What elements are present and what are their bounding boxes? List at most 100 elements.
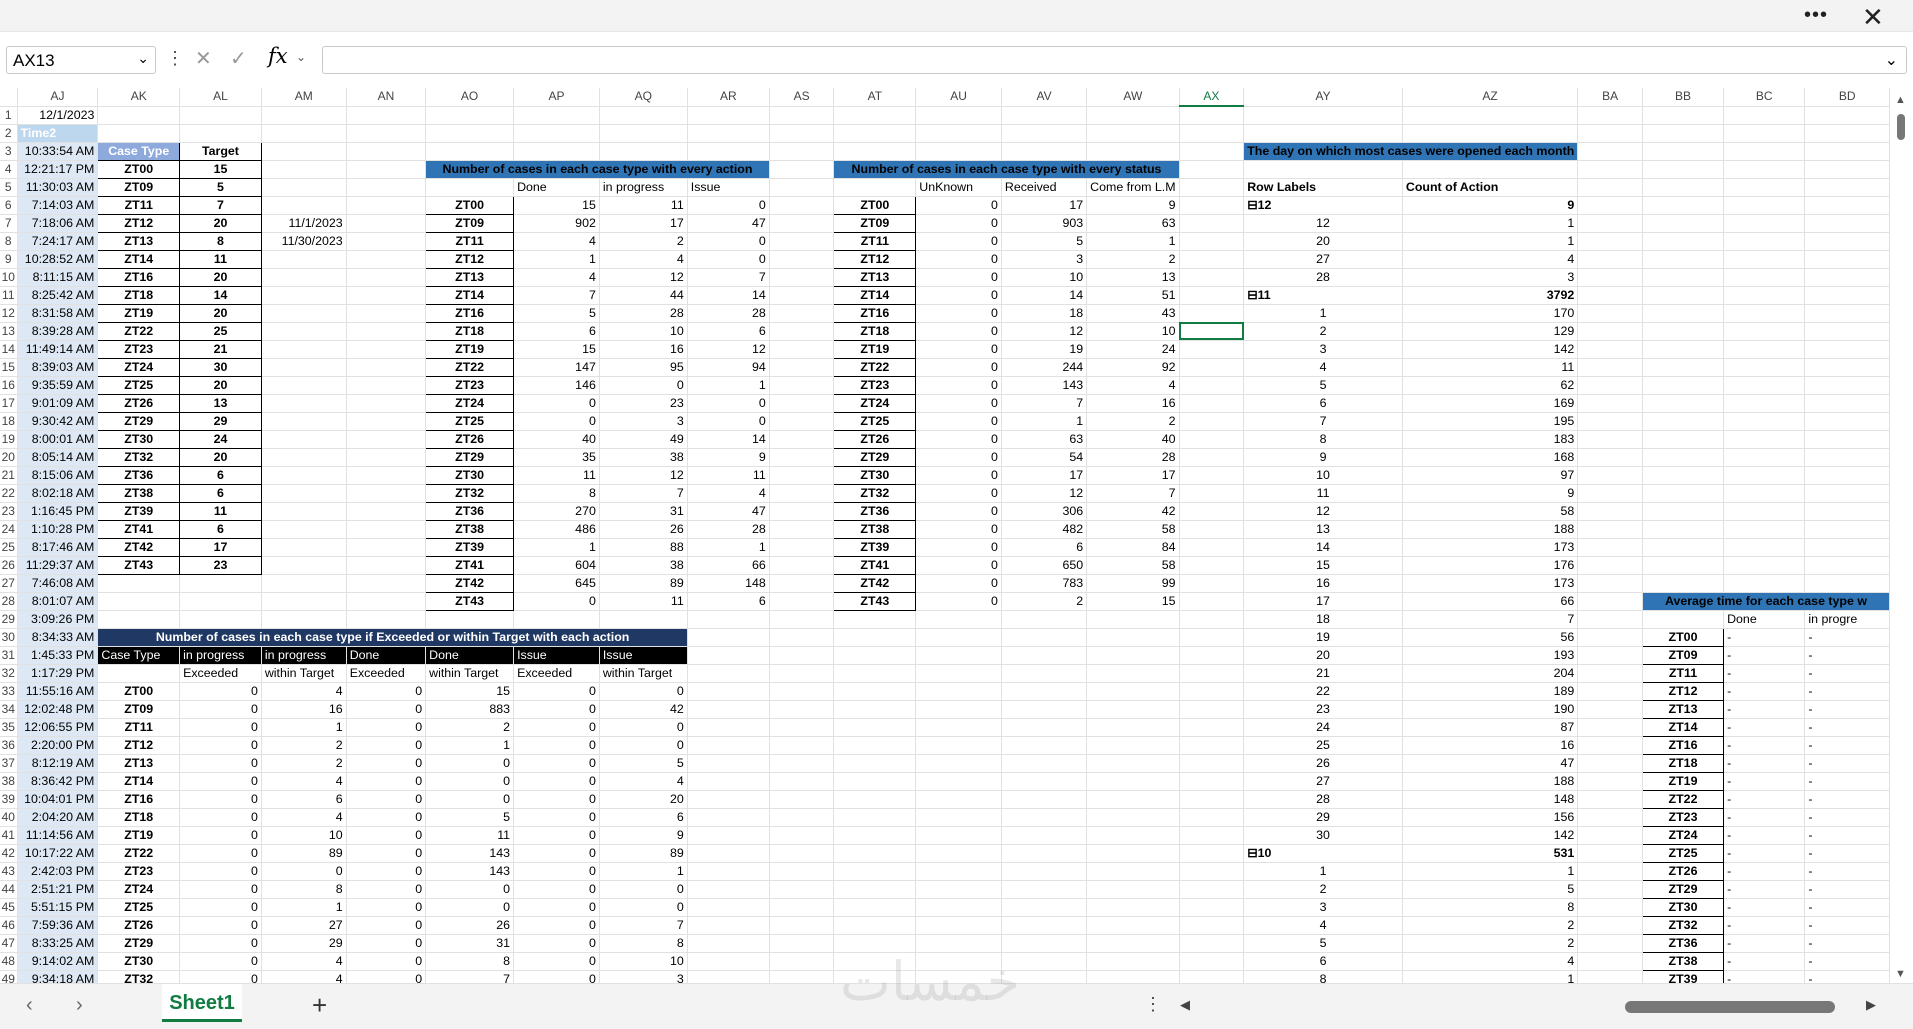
cell[interactable] [1723,250,1806,269]
cell[interactable] [1723,268,1806,287]
cell[interactable] [1086,754,1180,773]
cell[interactable] [1086,682,1180,701]
cell[interactable] [1179,898,1245,917]
cell[interactable] [1179,124,1245,143]
cell[interactable] [915,916,1002,935]
cell[interactable]: 24 [179,429,262,449]
cell[interactable] [1179,268,1245,287]
cell[interactable]: 2 [261,754,347,773]
cell[interactable] [1086,826,1180,845]
cell[interactable] [1577,592,1643,611]
cell[interactable] [769,268,835,287]
cell[interactable]: 143 [425,844,515,863]
row-header[interactable]: 24 [0,520,18,539]
cell[interactable] [769,556,835,575]
cell[interactable] [1804,340,1890,359]
cell[interactable]: 8:00:01 AM [17,430,99,449]
cell[interactable]: 7 [513,286,600,305]
vertical-scrollbar[interactable]: ▲ ▼ [1890,88,1913,983]
cell[interactable]: 173 [1402,538,1579,557]
cell[interactable]: 7:14:03 AM [17,196,99,215]
cell[interactable]: 168 [1402,448,1579,467]
cell[interactable]: 23 [179,555,262,575]
cell[interactable]: - [1804,880,1890,899]
cell[interactable]: 9 [1402,484,1579,503]
kebab-icon[interactable]: ⋮ [1144,994,1162,1015]
cell[interactable]: 15 [179,159,262,179]
cell[interactable] [346,268,427,287]
cell[interactable] [1804,394,1890,413]
cell[interactable] [1577,646,1643,665]
cell[interactable] [769,106,835,125]
cell[interactable] [1642,430,1725,449]
cell[interactable]: 15 [1086,592,1180,611]
cell[interactable] [687,952,770,971]
cell[interactable]: 0 [346,952,427,971]
cell[interactable] [1723,214,1806,233]
cell[interactable]: Issue [687,178,770,197]
cell[interactable]: 28 [599,304,688,323]
cell[interactable] [261,520,347,539]
cell[interactable] [833,772,917,791]
cell[interactable]: ZT30 [1641,897,1725,917]
cell[interactable]: 4 [1402,952,1579,971]
column-header[interactable]: BB [1642,88,1725,107]
cell[interactable] [1086,646,1180,665]
cell[interactable] [1179,556,1245,575]
cell[interactable] [769,466,835,485]
cell[interactable] [1642,106,1725,125]
cell[interactable]: 4 [687,484,770,503]
cell[interactable]: 0 [261,862,347,881]
cell[interactable] [346,520,427,539]
cell[interactable]: 2 [1086,412,1180,431]
cell[interactable]: 26 [425,916,515,935]
cell[interactable] [1723,340,1806,359]
cell[interactable]: - [1804,628,1890,647]
cell[interactable]: 20 [179,303,262,323]
cell[interactable] [346,322,427,341]
cell[interactable] [261,466,347,485]
cell[interactable]: 11 [1243,484,1403,503]
cell[interactable]: 6 [513,322,600,341]
cell[interactable] [1577,718,1643,737]
cell[interactable]: 531 [1402,844,1579,863]
cell[interactable] [1179,664,1245,683]
cell[interactable]: 17 [599,214,688,233]
column-header[interactable]: AN [346,88,427,107]
cell[interactable]: 28 [687,520,770,539]
cell[interactable]: 9 [1243,448,1403,467]
cell[interactable]: - [1723,862,1806,881]
cell[interactable]: 38 [599,556,688,575]
cell[interactable]: within Target [261,664,347,683]
cell[interactable]: 7 [1086,484,1180,503]
cell[interactable]: 10 [599,952,688,971]
cell[interactable] [1642,322,1725,341]
cell[interactable]: 0 [915,286,1002,305]
cell[interactable]: 169 [1402,394,1579,413]
row-header[interactable]: 29 [0,610,18,629]
cell[interactable]: 58 [1086,520,1180,539]
cell[interactable]: 10 [261,826,347,845]
row-header[interactable]: 47 [0,934,18,953]
cell[interactable]: ZT14 [1641,717,1725,737]
cell[interactable] [1179,916,1245,935]
cell[interactable]: 40 [513,430,600,449]
cell[interactable] [1577,826,1643,845]
cell[interactable]: ZT11 [425,231,515,251]
cell[interactable] [1577,898,1643,917]
cell[interactable] [346,106,427,125]
cell[interactable]: ZT09 [425,213,515,233]
cell[interactable]: Come from L.M [1086,178,1180,197]
cell[interactable]: ZT39 [97,501,181,521]
cell[interactable] [1086,628,1180,647]
cell[interactable] [261,286,347,305]
cell[interactable]: 4 [1243,916,1403,935]
cell[interactable] [769,826,835,845]
cell[interactable]: 2:42:03 PM [17,862,99,881]
cell[interactable]: - [1723,916,1806,935]
cell[interactable]: 89 [599,844,688,863]
cell[interactable]: 17 [1243,592,1403,611]
cell[interactable] [1179,106,1245,125]
cell[interactable]: 8:02:18 AM [17,484,99,503]
row-header[interactable]: 35 [0,718,18,737]
